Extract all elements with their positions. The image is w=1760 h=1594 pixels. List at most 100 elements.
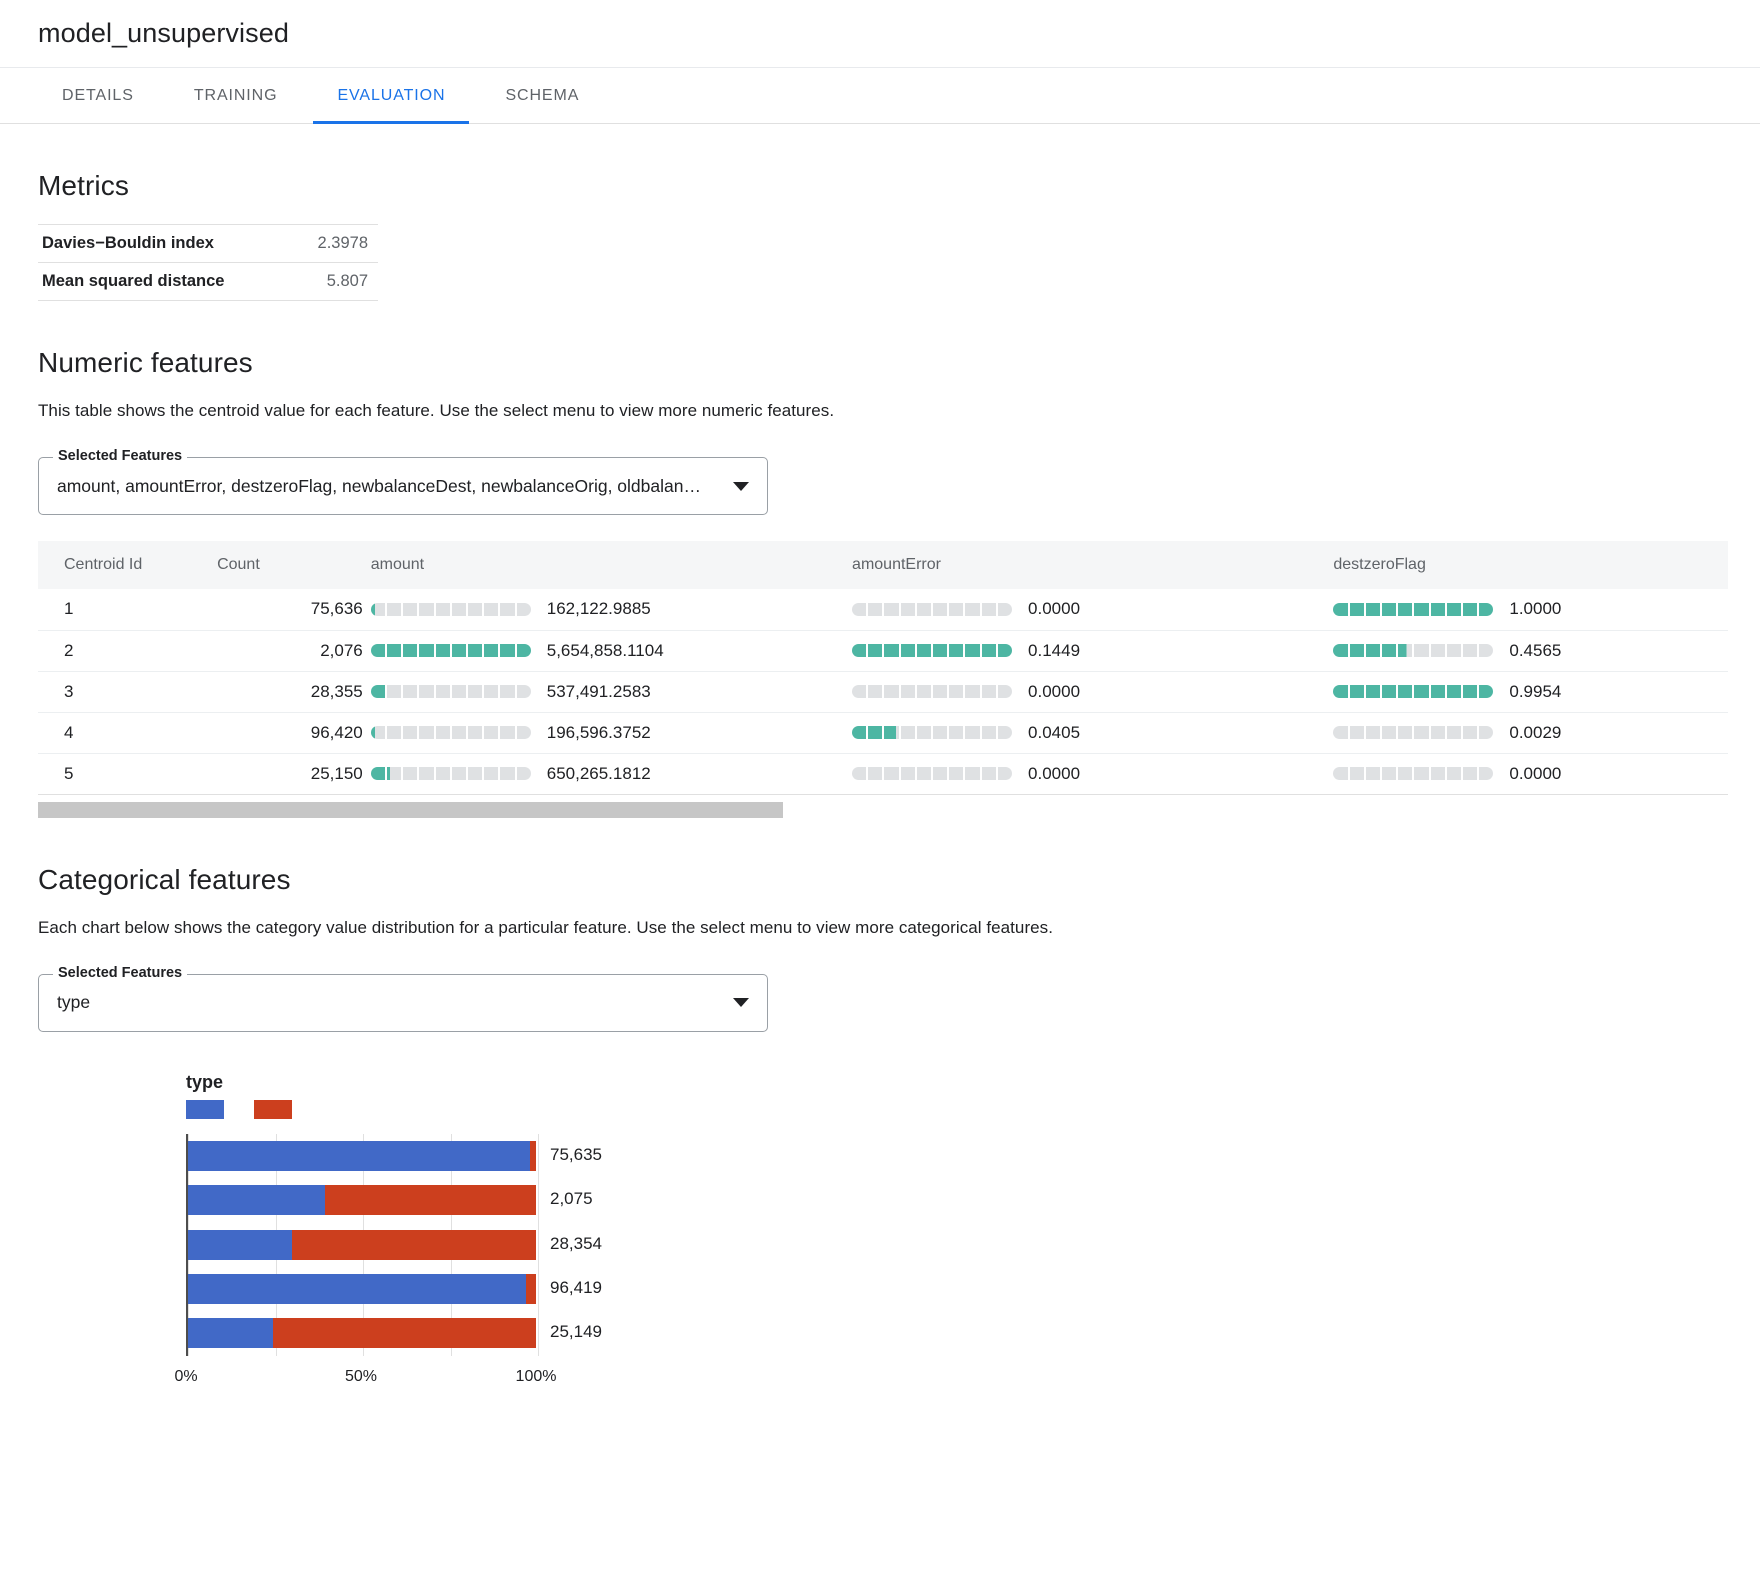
cell-destzeroflag: 1.0000 [1325, 589, 1728, 631]
gauge-segment [451, 726, 466, 739]
gauge-segment [516, 644, 531, 657]
chart-bar[interactable] [188, 1140, 536, 1171]
tab-schema[interactable]: SCHEMA [481, 68, 603, 123]
categorical-selected-features-select[interactable]: Selected Features type [38, 964, 768, 1032]
value-gauge [1333, 767, 1494, 780]
gauge-segment [997, 602, 1013, 616]
gauge-segment [467, 767, 483, 780]
gauge-segment [500, 767, 515, 780]
gauge-segment [1365, 602, 1380, 616]
evaluation-page: model_unsupervised DETAILS TRAINING EVALUA… [0, 0, 1760, 1402]
gauge-segment [1446, 726, 1461, 739]
gauge-segment [1381, 644, 1397, 657]
cell-value: 0.0000 [1028, 763, 1081, 783]
cell-amount: 537,491.2583 [362, 671, 845, 713]
categorical-select-legend: Selected Features [53, 964, 188, 981]
metric-value: 2.3978 [317, 234, 368, 252]
categorical-select-box[interactable]: Selected Features type [38, 964, 768, 1032]
value-gauge [370, 602, 531, 616]
value-gauge [852, 767, 1013, 780]
metric-value: 5.807 [326, 272, 368, 290]
gauge-segment [1333, 726, 1348, 739]
gauge-segment [1479, 685, 1494, 698]
chart-bar[interactable] [188, 1229, 536, 1260]
metric-name: Mean squared distance [42, 272, 225, 290]
cell-value: 162,122.9885 [546, 599, 651, 619]
gauge-segment [1479, 644, 1494, 657]
table-horizontal-scrollbar[interactable] [38, 801, 1728, 818]
gridline [538, 1133, 539, 1356]
cell-content: 5,654,858.1104 [370, 641, 844, 661]
gauge-segment [370, 602, 385, 616]
chart-bar[interactable] [188, 1185, 536, 1216]
table-row: 525,150650,265.18120.00000.00003,299,238… [38, 753, 1728, 795]
gauge-segment [370, 726, 385, 739]
tab-training[interactable]: TRAINING [170, 68, 302, 123]
value-gauge [370, 726, 531, 739]
gauge-segment [1365, 767, 1380, 780]
gauge-segment [900, 726, 915, 739]
gauge-segment [403, 685, 418, 698]
numeric-features-heading: Numeric features [38, 347, 253, 378]
cell-value: 0.4565 [1509, 640, 1562, 660]
x-axis-tick-label: 50% [344, 1367, 378, 1385]
gauge-segment [900, 644, 915, 657]
cell-centroid-id: 4 [38, 712, 210, 754]
cell-count: 28,355 [209, 671, 363, 713]
chevron-down-icon[interactable] [733, 998, 749, 1007]
column-header-amount: amount [362, 541, 845, 589]
cell-content: 0.0405 [852, 723, 1325, 743]
cell-content: 0.0000 [852, 764, 1325, 784]
cell-count: 75,636 [209, 589, 363, 631]
gauge-segment [484, 644, 499, 657]
tab-evaluation[interactable]: EVALUATION [313, 68, 470, 124]
gauge-segment [467, 685, 483, 698]
gauge-segment [852, 685, 867, 698]
gauge-segment [949, 685, 964, 698]
gauge-segment [1446, 685, 1461, 698]
gauge-segment [403, 767, 418, 780]
gauge-segment [1398, 644, 1413, 657]
chart-title: type [186, 1071, 224, 1092]
cell-value: 0.0029 [1509, 722, 1562, 742]
gauge-segment [1365, 685, 1380, 698]
gauge-segment [949, 767, 964, 780]
scrollbar-thumb[interactable] [38, 801, 783, 818]
numeric-select-box[interactable]: Selected Features amount, amountError, d… [38, 448, 768, 515]
gauge-segment [1381, 685, 1397, 698]
value-gauge [1333, 726, 1494, 739]
cell-content: 0.1449 [852, 641, 1325, 661]
categorical-select-value: type [57, 992, 91, 1012]
gauge-segment [500, 685, 515, 698]
table-row: 22,0765,654,858.11040.14490.456525,346,4… [38, 630, 1728, 672]
gauge-segment [900, 602, 915, 616]
gauge-segment [916, 726, 932, 739]
gauge-segment [868, 602, 883, 616]
gauge-segment [933, 726, 948, 739]
cell-amounterror: 0.0405 [844, 712, 1326, 754]
gauge-segment [852, 602, 867, 616]
numeric-features-table-viewport: Centroid Id Count amount amountError destzer… [38, 541, 1728, 795]
gauge-segment [916, 602, 932, 616]
cell-content: 0.4565 [1333, 641, 1728, 661]
cell-content: 162,122.9885 [370, 599, 844, 619]
gauge-segment [1365, 726, 1380, 739]
cell-content: 1.0000 [1333, 599, 1728, 619]
gauge-segment [1462, 602, 1478, 616]
gauge-segment [370, 767, 385, 780]
tab-details[interactable]: DETAILS [38, 68, 158, 123]
gauge-segment [516, 685, 531, 698]
numeric-selected-features-select[interactable]: Selected Features amount, amountError, d… [38, 448, 768, 515]
metrics-heading: Metrics [38, 170, 129, 201]
gauge-segment [1349, 602, 1364, 616]
chart-plot-area [186, 1133, 539, 1356]
gauge-segment [1414, 726, 1429, 739]
gauge-segment [1462, 767, 1478, 780]
chevron-down-icon[interactable] [733, 481, 749, 491]
chart-bar[interactable] [188, 1273, 536, 1304]
chart-bar[interactable] [188, 1318, 536, 1349]
legend-swatch-1 [186, 1099, 224, 1119]
gauge-segment [467, 602, 483, 616]
cell-centroid-id: 2 [38, 630, 210, 672]
gauge-segment [1333, 767, 1348, 780]
